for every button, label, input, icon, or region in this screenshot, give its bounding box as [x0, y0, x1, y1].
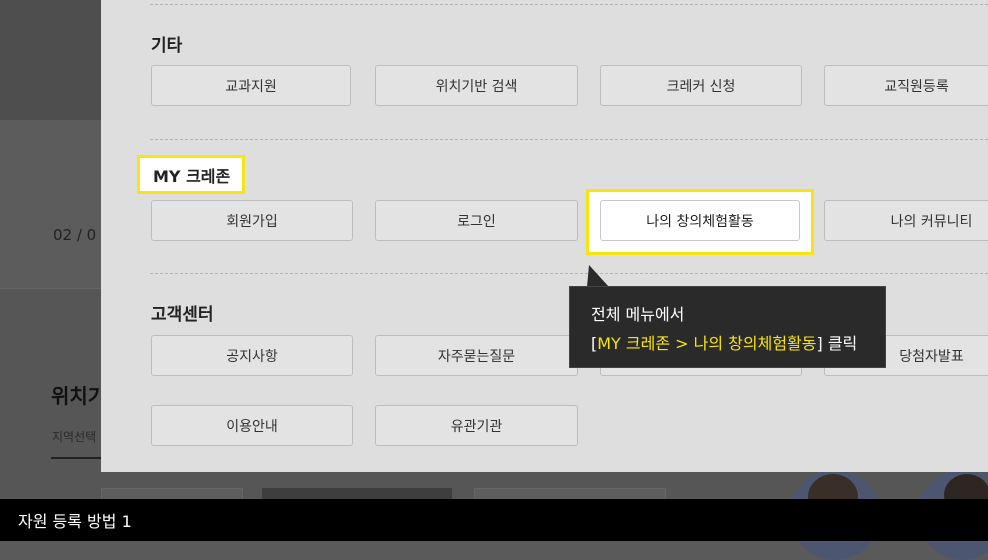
bg-divider: [0, 288, 101, 289]
caption-text: 자원 등록 방법 1: [18, 512, 132, 531]
bg-pagination: 02 / 0: [53, 226, 97, 244]
full-menu-panel: 기타 교과지원 위치기반 검색 크레커 신청 교직원등록 MY 크레존 회원가입…: [101, 0, 988, 472]
section-title-my-crezone: MY 크레존: [137, 155, 246, 194]
tooltip-menu-path: MY 크레존 > 나의 창의체험활동: [597, 334, 817, 353]
tooltip-action: 클릭: [822, 334, 858, 353]
bg-section-heading: 위치기: [51, 384, 107, 408]
menu-button-curriculum-support[interactable]: 교과지원: [151, 65, 351, 106]
menu-button-login[interactable]: 로그인: [375, 200, 578, 241]
menu-button-related-orgs[interactable]: 유관기관: [375, 405, 578, 446]
menu-button-faq[interactable]: 자주묻는질문: [375, 335, 578, 376]
tooltip-line-2: [MY 크레존 > 나의 창의체험활동] 클릭: [591, 329, 885, 358]
menu-button-staff-register[interactable]: 교직원등록: [824, 65, 988, 106]
tooltip-pointer: [587, 265, 609, 287]
menu-button-location-search[interactable]: 위치기반 검색: [375, 65, 578, 106]
instruction-tooltip: 전체 메뉴에서 [MY 크레존 > 나의 창의체험활동] 클릭: [569, 286, 886, 368]
menu-button-my-community[interactable]: 나의 커뮤니티: [824, 200, 988, 241]
bg-thumb-2[interactable]: [262, 488, 452, 499]
menu-button-my-creative-activities[interactable]: 나의 창의체험활동: [600, 200, 800, 241]
bg-filter-underline: [51, 457, 101, 459]
section-divider: [150, 139, 988, 140]
menu-button-user-guide[interactable]: 이용안내: [151, 405, 353, 446]
section-divider: [150, 4, 988, 5]
highlight-frame: 나의 창의체험활동: [586, 189, 814, 255]
menu-button-crecker-apply[interactable]: 크레커 신청: [600, 65, 802, 106]
section-title-etc: 기타: [151, 36, 183, 56]
section-divider: [150, 273, 988, 274]
bg-filter-label[interactable]: 지역선택: [52, 428, 96, 445]
menu-button-notice[interactable]: 공지사항: [151, 335, 353, 376]
section-title-customer-center: 고객센터: [151, 305, 214, 325]
tooltip-line-1: 전체 메뉴에서: [591, 305, 685, 324]
caption-bar: 자원 등록 방법 1: [0, 499, 988, 541]
menu-button-signup[interactable]: 회원가입: [151, 200, 353, 241]
